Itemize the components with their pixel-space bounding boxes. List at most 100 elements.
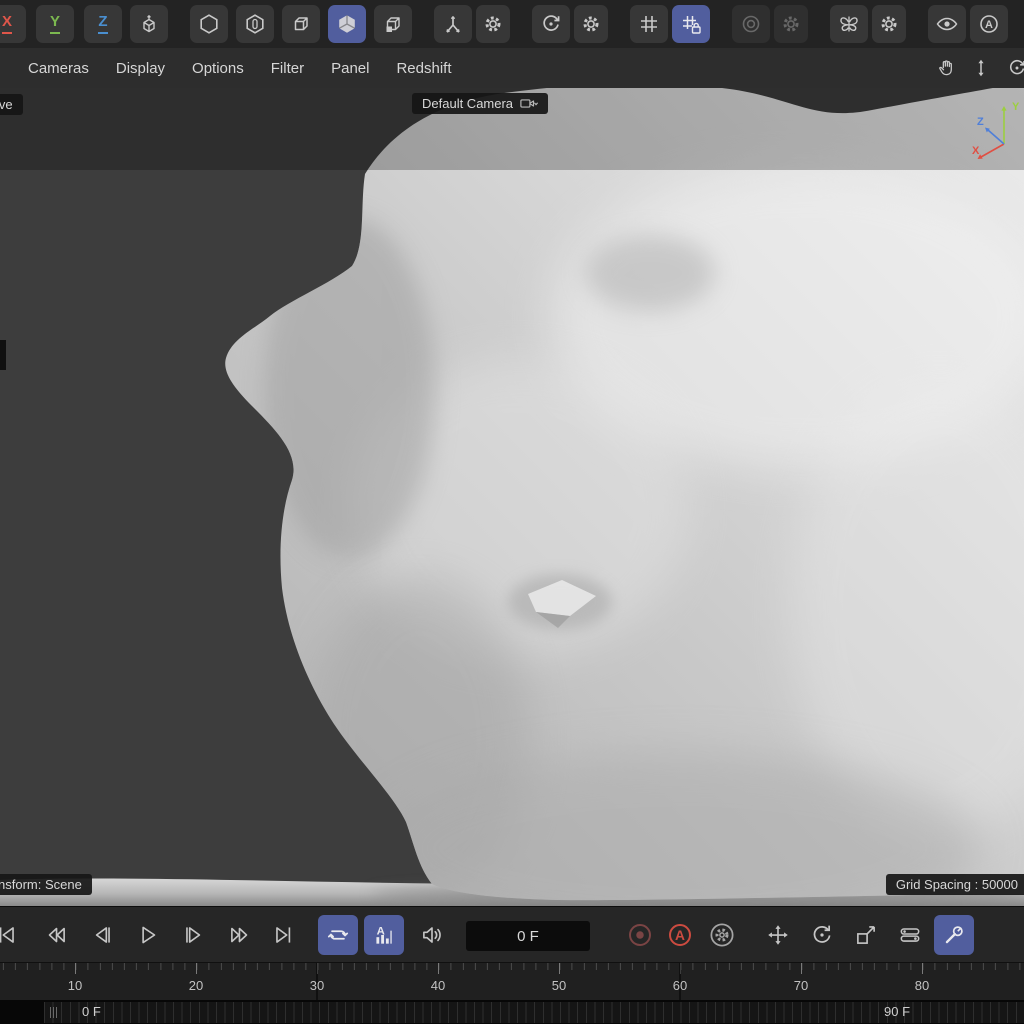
grid-toggle-button[interactable] — [630, 5, 668, 43]
coordinate-system-button[interactable] — [130, 5, 168, 43]
grid-spacing-label: Grid Spacing : 50000 — [886, 874, 1024, 895]
object-mode-button[interactable] — [374, 5, 412, 43]
butterfly-icon — [837, 12, 861, 36]
top-toolbar: X Y Z — [0, 0, 1024, 49]
preview-range-bar: 0 F 90 F — [0, 1000, 1024, 1024]
ruler-label-80: 80 — [915, 978, 929, 993]
timeline-ruler[interactable]: 10 20 30 40 50 60 70 80 — [0, 962, 1024, 1001]
gear-icon — [877, 12, 901, 36]
y-axis-label: Y — [50, 14, 60, 34]
lock-z-axis-button[interactable]: Z — [84, 5, 122, 43]
range-grip[interactable] — [50, 1007, 57, 1018]
viewport[interactable]: ive Default Camera Y X Z nsform: Scene G… — [0, 88, 1024, 906]
visibility-button[interactable] — [928, 5, 966, 43]
previous-key-icon — [43, 922, 69, 948]
ruler-label-10: 10 — [68, 978, 82, 993]
menu-items: Cameras Display Options Filter Panel Red… — [0, 60, 452, 77]
menu-options[interactable]: Options — [192, 60, 244, 77]
ruler-major-tick — [196, 963, 197, 974]
quantize-grid-button[interactable] — [672, 5, 710, 43]
auto-mode-button[interactable] — [970, 5, 1008, 43]
menu-display[interactable]: Display — [116, 60, 165, 77]
symmetry-settings-button[interactable] — [872, 5, 906, 43]
record-pla-button[interactable] — [934, 915, 974, 955]
viewport-menubar: Cameras Display Options Filter Panel Red… — [0, 48, 1024, 89]
ruler-major-tick — [559, 963, 560, 974]
ruler-label-30: 30 — [310, 978, 324, 993]
menu-redshift[interactable]: Redshift — [396, 60, 451, 77]
pan-view-button[interactable] — [936, 57, 960, 81]
keying-settings-button[interactable] — [700, 915, 744, 955]
record-keyframe-button[interactable] — [618, 915, 662, 955]
symmetry-button[interactable] — [830, 5, 868, 43]
current-frame-field[interactable]: 0 F — [466, 921, 590, 951]
lock-y-axis-button[interactable]: Y — [36, 5, 74, 43]
gear-icon — [779, 12, 803, 36]
z-axis-label: Z — [98, 14, 107, 34]
orbit-icon — [1006, 57, 1024, 79]
viewport-canvas[interactable] — [0, 88, 1024, 906]
skip-end-icon — [271, 922, 297, 948]
gear-icon — [481, 12, 505, 36]
ruler-label-70: 70 — [794, 978, 808, 993]
gizmo-x-label: X — [972, 145, 980, 157]
x-axis-label: X — [2, 14, 12, 34]
transform-status-label: nsform: Scene — [0, 874, 92, 895]
ruler-minor-ticks — [0, 963, 1024, 970]
target-snap-button[interactable] — [732, 5, 770, 43]
record-position-button[interactable] — [756, 915, 800, 955]
ruler-major-tick — [801, 963, 802, 974]
axis-settings-button[interactable] — [476, 5, 510, 43]
record-keyframe-icon — [625, 920, 655, 950]
play-button[interactable] — [126, 915, 170, 955]
pan-hand-icon — [936, 57, 958, 79]
record-rotation-button[interactable] — [800, 915, 844, 955]
previous-frame-button[interactable] — [80, 915, 124, 955]
menu-cameras[interactable]: Cameras — [28, 60, 89, 77]
ruler-major-tick — [438, 963, 439, 974]
view-menu-label[interactable]: ive — [0, 94, 23, 115]
autokeying-button[interactable] — [658, 915, 702, 955]
orbit-view-button[interactable] — [1006, 57, 1024, 81]
menu-panel[interactable]: Panel — [331, 60, 369, 77]
model-mode-button[interactable] — [236, 5, 274, 43]
polygon-mode-button[interactable] — [328, 5, 366, 43]
zoom-view-button[interactable] — [970, 57, 994, 81]
previous-key-button[interactable] — [34, 915, 78, 955]
camera-selector[interactable]: Default Camera — [412, 93, 548, 114]
loop-playback-button[interactable] — [318, 915, 358, 955]
grid-lock-icon — [679, 12, 703, 36]
rotation-snap-settings-button[interactable] — [574, 5, 608, 43]
go-to-start-button[interactable] — [0, 915, 28, 955]
record-parameter-button[interactable] — [888, 915, 932, 955]
enable-axis-button[interactable] — [434, 5, 472, 43]
gizmo-y-label: Y — [1012, 101, 1020, 113]
next-key-icon — [227, 922, 253, 948]
next-key-button[interactable] — [218, 915, 262, 955]
coordinate-system-icon — [137, 12, 161, 36]
axis-gizmo[interactable]: Y X Z — [964, 96, 1024, 168]
menu-filter[interactable]: Filter — [271, 60, 304, 77]
speaker-icon — [419, 922, 445, 948]
record-scale-button[interactable] — [844, 915, 888, 955]
go-to-end-button[interactable] — [262, 915, 306, 955]
target-snap-settings-button[interactable] — [774, 5, 808, 43]
make-editable-button[interactable] — [190, 5, 228, 43]
gear-icon — [579, 12, 603, 36]
move-arrows-icon — [765, 922, 791, 948]
rotate-orbit-icon — [539, 12, 563, 36]
rotation-snap-button[interactable] — [532, 5, 570, 43]
sound-toggle-button[interactable] — [410, 915, 454, 955]
ruler-label-40: 40 — [431, 978, 445, 993]
ruler-major-tick — [922, 963, 923, 974]
transport-bar: 0 F — [0, 906, 1024, 963]
filled-hexagon-icon — [335, 12, 359, 36]
texture-mode-button[interactable] — [282, 5, 320, 43]
previous-frame-icon — [89, 922, 115, 948]
hexagon-icon — [197, 12, 221, 36]
range-end-label: 90 F — [884, 1004, 910, 1019]
lock-x-axis-button[interactable]: X — [0, 5, 26, 43]
next-frame-button[interactable] — [172, 915, 216, 955]
range-track[interactable] — [44, 1002, 1024, 1023]
autokey-range-button[interactable] — [364, 915, 404, 955]
